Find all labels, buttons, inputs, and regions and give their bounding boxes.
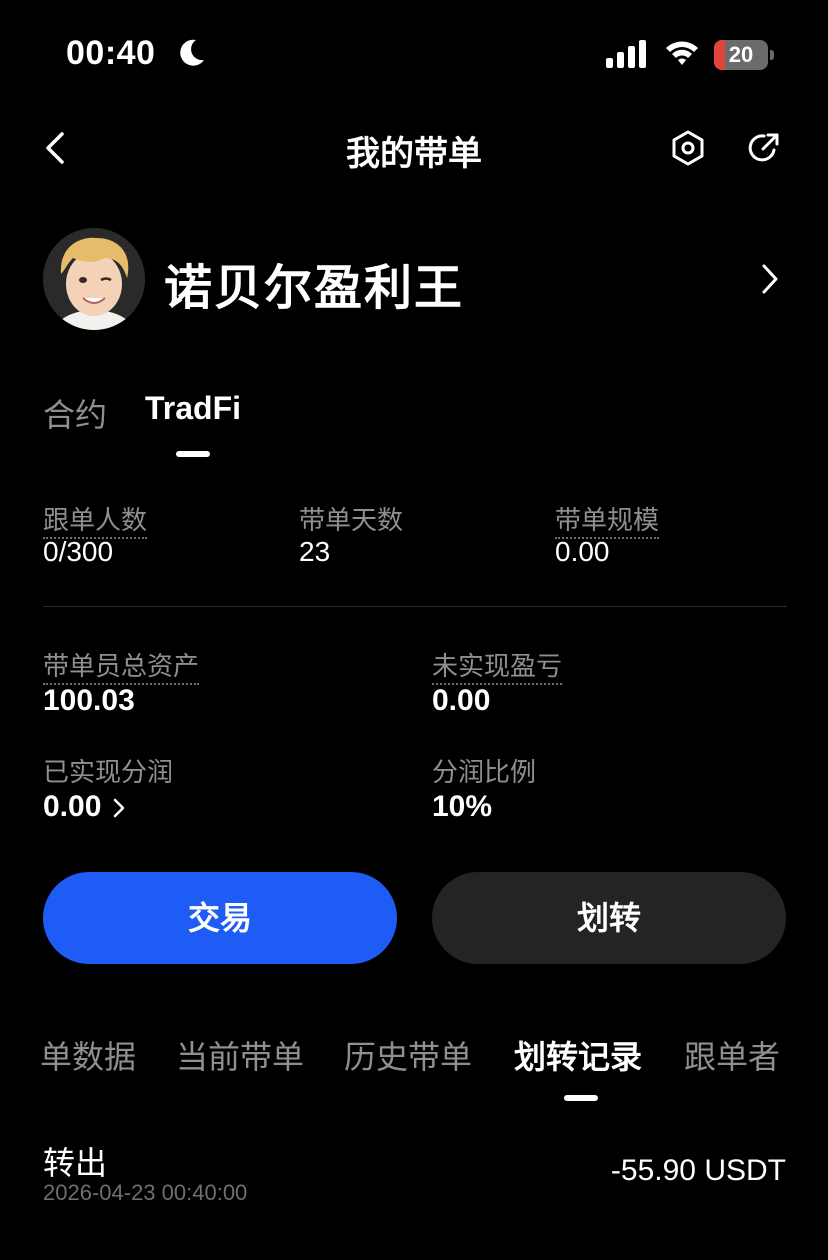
tab-order-data[interactable]: 单数据 bbox=[40, 1032, 136, 1078]
lead-scale-value: 0.00 bbox=[555, 536, 610, 567]
status-bar: 00:40 20 bbox=[0, 0, 828, 110]
divider bbox=[43, 606, 787, 607]
realized-profit-value: 0.00 bbox=[43, 790, 102, 823]
lead-days-value: 23 bbox=[299, 536, 331, 567]
lead-days-label: 带单天数 bbox=[299, 505, 404, 535]
lead-scale-label[interactable]: 带单规模 bbox=[555, 500, 660, 539]
settings-icon[interactable] bbox=[668, 128, 708, 168]
battery-level: 20 bbox=[728, 42, 754, 67]
follower-count-label[interactable]: 跟单人数 bbox=[43, 500, 148, 539]
share-icon[interactable] bbox=[744, 128, 784, 168]
profile-name[interactable]: 诺贝尔盈利王 bbox=[164, 248, 464, 318]
record-time: 2026-04-23 00:40:00 bbox=[43, 1180, 248, 1205]
realized-profit-label: 已实现分润 bbox=[43, 757, 174, 787]
total-assets-label[interactable]: 带单员总资产 bbox=[43, 646, 200, 685]
realized-profit-row[interactable]: 0.00 bbox=[43, 790, 127, 824]
profit-share-ratio-value: 10% bbox=[432, 790, 493, 823]
trade-button[interactable]: 交易 bbox=[43, 872, 397, 964]
record-type: 转出 bbox=[43, 1144, 108, 1182]
tab-tradfi[interactable]: TradFi bbox=[145, 390, 241, 427]
chevron-right-icon[interactable] bbox=[111, 797, 127, 819]
battery-icon: 20 bbox=[714, 40, 774, 70]
follower-count-value: 0/300 bbox=[43, 536, 114, 567]
tab-indicator bbox=[176, 451, 210, 457]
unrealized-pnl-label[interactable]: 未实现盈亏 bbox=[432, 646, 563, 685]
profit-share-ratio-label: 分润比例 bbox=[432, 757, 537, 787]
tab-followers[interactable]: 跟单者 bbox=[684, 1032, 780, 1078]
transfer-button[interactable]: 划转 bbox=[432, 872, 786, 964]
chevron-right-icon[interactable] bbox=[758, 262, 782, 296]
tab-transfer-records[interactable]: 划转记录 bbox=[514, 1032, 642, 1078]
unrealized-pnl-value: 0.00 bbox=[432, 684, 491, 717]
total-assets-value: 100.03 bbox=[43, 684, 135, 717]
signal-icon bbox=[606, 40, 646, 68]
moon-icon bbox=[180, 39, 204, 66]
tab-contract[interactable]: 合约 bbox=[43, 390, 107, 436]
avatar[interactable] bbox=[43, 228, 145, 330]
sub-tab-indicator bbox=[564, 1095, 598, 1101]
tab-current-orders[interactable]: 当前带单 bbox=[176, 1032, 304, 1078]
record-amount: -55.90 USDT bbox=[610, 1154, 786, 1187]
tab-history-orders[interactable]: 历史带单 bbox=[344, 1032, 472, 1078]
status-time: 00:40 bbox=[66, 34, 156, 72]
wifi-icon bbox=[666, 41, 698, 65]
